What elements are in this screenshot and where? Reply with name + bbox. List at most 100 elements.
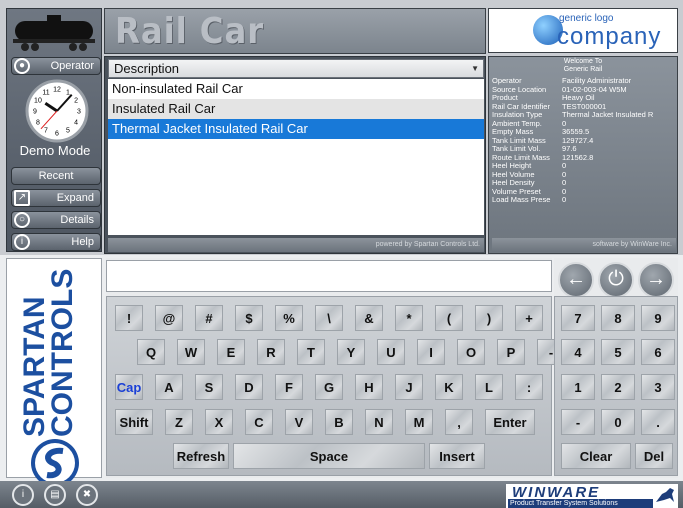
key-c[interactable]: C	[245, 409, 273, 435]
dropdown-label: Description	[114, 61, 180, 76]
info-row: Heel Height 0	[492, 162, 676, 171]
keyboard-text-input[interactable]	[106, 260, 552, 292]
key-cap[interactable]: Cap	[115, 374, 143, 400]
winware-tagline: Product Transfer System Solutions	[508, 499, 653, 508]
key-*[interactable]: *	[395, 305, 423, 331]
key-space[interactable]: Space	[233, 443, 425, 469]
numpad-key-4[interactable]: 4	[561, 339, 595, 365]
info-row: Volume Preset 0	[492, 188, 676, 197]
numpad-key-8[interactable]: 8	[601, 305, 635, 331]
numpad-key--[interactable]: -	[561, 409, 595, 435]
description-dropdown[interactable]: Description ▼	[108, 59, 484, 78]
clock-numeral: 8	[36, 120, 40, 127]
forward-arrow-icon[interactable]: →	[638, 262, 674, 298]
info-row: Source Location 01-02-003-04 W5M	[492, 86, 676, 95]
key-\[interactable]: \	[315, 305, 343, 331]
info-value: 0	[562, 187, 567, 196]
key-d[interactable]: D	[235, 374, 263, 400]
key-%[interactable]: %	[275, 305, 303, 331]
chart-icon[interactable]: ▤	[44, 484, 66, 506]
key-q[interactable]: Q	[137, 339, 165, 365]
expand-button[interactable]: ↗ Expand	[11, 189, 101, 207]
numpad-key-5[interactable]: 5	[601, 339, 635, 365]
numpad-key-1[interactable]: 1	[561, 374, 595, 400]
details-button[interactable]: ○ Details	[11, 211, 101, 229]
numpad-key-del[interactable]: Del	[635, 443, 673, 469]
key-t[interactable]: T	[297, 339, 325, 365]
info-key: Tank Limit Mass	[492, 136, 546, 145]
info-key: Source Location	[492, 85, 547, 94]
numpad-key-7[interactable]: 7	[561, 305, 595, 331]
key-w[interactable]: W	[177, 339, 205, 365]
help-button[interactable]: i Help	[11, 233, 101, 251]
list-item[interactable]: Non-insulated Rail Car	[108, 79, 484, 99]
help-label: Help	[71, 236, 94, 248]
recent-button[interactable]: Recent	[11, 167, 101, 185]
tools-icon[interactable]: ✖	[76, 484, 98, 506]
key-f[interactable]: F	[275, 374, 303, 400]
operator-button[interactable]: ● Operator	[11, 57, 101, 75]
numpad-key-.[interactable]: .	[641, 409, 675, 435]
key-a[interactable]: A	[155, 374, 183, 400]
software-by-text: software by WinWare Inc.	[492, 238, 676, 252]
key-x[interactable]: X	[205, 409, 233, 435]
key-b[interactable]: B	[325, 409, 353, 435]
numpad-key-2[interactable]: 2	[601, 374, 635, 400]
info-row: Ambient Temp. 0	[492, 120, 676, 129]
info-key: Tank Limit Vol.	[492, 145, 541, 153]
magnifier-icon: ○	[14, 212, 30, 228]
key-+[interactable]: +	[515, 305, 543, 331]
key-s[interactable]: S	[195, 374, 223, 400]
key-,[interactable]: ,	[445, 409, 473, 435]
key-([interactable]: (	[435, 305, 463, 331]
key-v[interactable]: V	[285, 409, 313, 435]
key-insert[interactable]: Insert	[429, 443, 485, 469]
numpad-key-9[interactable]: 9	[641, 305, 675, 331]
key-l[interactable]: L	[475, 374, 503, 400]
key-k[interactable]: K	[435, 374, 463, 400]
key-p[interactable]: P	[497, 339, 525, 365]
info-value: Thermal Jacket Insulated R	[562, 111, 654, 119]
key-#[interactable]: #	[195, 305, 223, 331]
key-h[interactable]: H	[355, 374, 383, 400]
key-e[interactable]: E	[217, 339, 245, 365]
key-z[interactable]: Z	[165, 409, 193, 435]
key-![interactable]: !	[115, 305, 143, 331]
info-row: Empty Mass 36559.5	[492, 128, 676, 137]
power-icon[interactable]: ⏻	[598, 262, 634, 298]
spartan-line-1: SPARTAN	[18, 296, 51, 437]
info-value: Heavy Oil	[562, 94, 595, 102]
key-m[interactable]: M	[405, 409, 433, 435]
numpad-key-3[interactable]: 3	[641, 374, 675, 400]
info-value: 01-02-003-04 W5M	[562, 85, 627, 94]
info-icon[interactable]: i	[12, 484, 34, 506]
key-)[interactable]: )	[475, 305, 503, 331]
numpad-key-6[interactable]: 6	[641, 339, 675, 365]
key-y[interactable]: Y	[337, 339, 365, 365]
key-shift[interactable]: Shift	[115, 409, 153, 435]
numpad-key-clear[interactable]: Clear	[561, 443, 631, 469]
key-i[interactable]: I	[417, 339, 445, 365]
key-@[interactable]: @	[155, 305, 183, 331]
key-n[interactable]: N	[365, 409, 393, 435]
key-g[interactable]: G	[315, 374, 343, 400]
key-u[interactable]: U	[377, 339, 405, 365]
key-:[interactable]: :	[515, 374, 543, 400]
key-refresh[interactable]: Refresh	[173, 443, 229, 469]
key-&[interactable]: &	[355, 305, 383, 331]
back-arrow-icon[interactable]: ←	[558, 262, 594, 298]
info-panel: Welcome To Generic Rail Operator Facility…	[488, 56, 678, 254]
info-key: Product	[492, 94, 518, 102]
info-icon: i	[14, 234, 30, 250]
spartan-controls-wordmark: SPARTAN CONTROLS	[18, 269, 79, 437]
list-item[interactable]: Insulated Rail Car	[108, 99, 484, 119]
welcome-text: Welcome To Generic Rail	[489, 58, 677, 74]
key-r[interactable]: R	[257, 339, 285, 365]
tank-car-icon	[13, 15, 95, 51]
key-j[interactable]: J	[395, 374, 423, 400]
key-o[interactable]: O	[457, 339, 485, 365]
key-enter[interactable]: Enter	[485, 409, 535, 435]
list-item[interactable]: Thermal Jacket Insulated Rail Car	[108, 119, 484, 139]
key-$[interactable]: $	[235, 305, 263, 331]
numpad-key-0[interactable]: 0	[601, 409, 635, 435]
